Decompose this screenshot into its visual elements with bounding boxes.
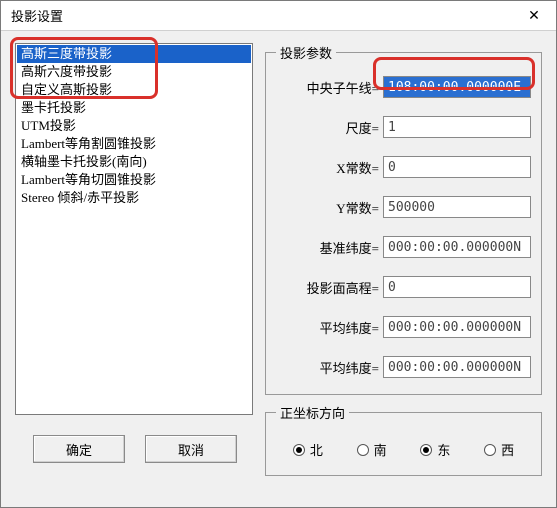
param-label: X常数=: [336, 158, 379, 177]
radio-label: 南: [374, 440, 387, 459]
left-column: 高斯三度带投影高斯六度带投影自定义高斯投影墨卡托投影UTM投影Lambert等角…: [15, 43, 253, 491]
radio-label: 北: [310, 440, 323, 459]
right-column: 投影参数 中央子午线= 尺度= X常数= Y常数= 基准纬度= 投影面高程= 平均纬度= 平均…: [265, 43, 542, 491]
param-input[interactable]: [383, 276, 531, 298]
param-input[interactable]: [383, 236, 531, 258]
projection-params-legend: 投影参数: [276, 43, 336, 62]
radio-东[interactable]: 东: [420, 440, 450, 459]
param-row: X常数=: [276, 156, 531, 178]
list-item[interactable]: 横轴墨卡托投影(南向): [17, 153, 251, 171]
list-item[interactable]: UTM投影: [17, 117, 251, 135]
list-item[interactable]: Lambert等角切圆锥投影: [17, 171, 251, 189]
content-area: 高斯三度带投影高斯六度带投影自定义高斯投影墨卡托投影UTM投影Lambert等角…: [1, 31, 556, 507]
param-row: 中央子午线=: [276, 76, 531, 98]
param-row: 尺度=: [276, 116, 531, 138]
radio-label: 东: [437, 440, 450, 459]
param-label: 中央子午线=: [307, 78, 379, 97]
param-label: 平均纬度=: [320, 358, 379, 377]
window-title: 投影设置: [11, 6, 63, 25]
param-label: 投影面高程=: [307, 278, 379, 297]
direction-group: 正坐标方向 北 南 东 西: [265, 403, 542, 476]
radio-label: 西: [501, 440, 514, 459]
param-label: 基准纬度=: [320, 238, 379, 257]
ok-button-label: 确定: [66, 440, 92, 459]
list-item[interactable]: Lambert等角割圆锥投影: [17, 135, 251, 153]
radio-西[interactable]: 西: [484, 440, 514, 459]
param-row: 投影面高程=: [276, 276, 531, 298]
list-item[interactable]: 高斯六度带投影: [17, 63, 251, 81]
param-label: Y常数=: [336, 198, 379, 217]
radio-icon: [357, 444, 369, 456]
param-label: 尺度=: [346, 118, 379, 137]
projection-params-group: 投影参数 中央子午线= 尺度= X常数= Y常数= 基准纬度= 投影面高程= 平均纬度= 平均…: [265, 43, 542, 395]
param-row: Y常数=: [276, 196, 531, 218]
radio-南[interactable]: 南: [357, 440, 387, 459]
list-item[interactable]: 墨卡托投影: [17, 99, 251, 117]
list-item[interactable]: 高斯三度带投影: [17, 45, 251, 63]
param-input[interactable]: [383, 156, 531, 178]
param-row: 平均纬度=: [276, 316, 531, 338]
radio-icon: [484, 444, 496, 456]
param-row: 基准纬度=: [276, 236, 531, 258]
projection-settings-dialog: 投影设置 ✕ 高斯三度带投影高斯六度带投影自定义高斯投影墨卡托投影UTM投影La…: [0, 0, 557, 508]
param-row: 平均纬度=: [276, 356, 531, 378]
projection-listbox[interactable]: 高斯三度带投影高斯六度带投影自定义高斯投影墨卡托投影UTM投影Lambert等角…: [15, 43, 253, 415]
param-input[interactable]: [383, 316, 531, 338]
param-input[interactable]: [383, 356, 531, 378]
list-item[interactable]: 自定义高斯投影: [17, 81, 251, 99]
cancel-button-label: 取消: [178, 440, 204, 459]
param-input[interactable]: [383, 116, 531, 138]
direction-legend: 正坐标方向: [276, 403, 349, 422]
param-label: 平均纬度=: [320, 318, 379, 337]
list-item[interactable]: Stereo 倾斜/赤平投影: [17, 189, 251, 207]
radio-icon: [293, 444, 305, 456]
titlebar: 投影设置 ✕: [1, 1, 556, 31]
cancel-button[interactable]: 取消: [145, 435, 237, 463]
button-row: 确定 取消: [15, 435, 253, 463]
ok-button[interactable]: 确定: [33, 435, 125, 463]
radio-icon: [420, 444, 432, 456]
close-button[interactable]: ✕: [512, 1, 556, 30]
close-icon: ✕: [528, 7, 540, 24]
param-input[interactable]: [383, 196, 531, 218]
param-input[interactable]: [383, 76, 531, 98]
radio-北[interactable]: 北: [293, 440, 323, 459]
